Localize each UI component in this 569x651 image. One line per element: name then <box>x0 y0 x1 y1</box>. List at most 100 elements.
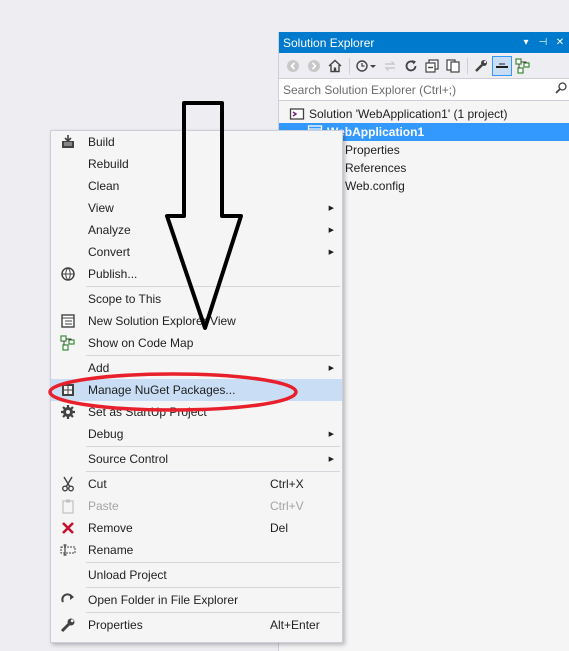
search-placeholder: Search Solution Explorer (Ctrl+;) <box>283 82 457 97</box>
menu-icon-slot <box>53 564 83 586</box>
tree-item[interactable]: Solution 'WebApplication1' (1 project) <box>279 105 569 123</box>
menu-separator <box>86 562 340 563</box>
menu-item-view[interactable]: View ▶ <box>51 197 342 219</box>
menu-item-scope-to-this[interactable]: Scope to This <box>51 288 342 310</box>
menu-item-label: Rename <box>88 543 134 557</box>
menu-item-label: Add <box>88 361 110 375</box>
search-icon[interactable] <box>552 82 569 97</box>
menu-icon-slot <box>53 219 83 241</box>
menu-item-label: Analyze <box>88 223 131 237</box>
menu-item-label: Clean <box>88 179 120 193</box>
menu-item-show-on-code-map[interactable]: Show on Code Map <box>51 332 342 354</box>
toolbar-separator <box>349 57 350 74</box>
toolbar-separator <box>467 57 468 74</box>
submenu-arrow-icon: ▶ <box>328 227 334 234</box>
menu-icon-slot <box>53 423 83 445</box>
code-map-icon <box>53 332 83 354</box>
menu-item-label: Publish... <box>88 267 138 281</box>
forward-icon[interactable] <box>304 56 324 76</box>
menu-item-publish[interactable]: Publish... <box>51 263 342 285</box>
menu-item-debug[interactable]: Debug ▶ <box>51 423 342 445</box>
menu-item-label: Scope to This <box>88 292 162 306</box>
menu-icon-slot <box>53 448 83 470</box>
sync-icon[interactable] <box>380 56 400 76</box>
menu-item-label: Manage NuGet Packages... <box>88 383 236 397</box>
menu-item-rebuild[interactable]: Rebuild <box>51 153 342 175</box>
preview-selected-items-icon[interactable] <box>492 55 512 76</box>
menu-item-label: View <box>88 201 114 215</box>
gear-icon <box>53 401 83 423</box>
menu-item-label: New Solution Explorer View <box>88 314 236 328</box>
submenu-arrow-icon: ▶ <box>328 365 334 372</box>
refresh-icon[interactable] <box>401 56 421 76</box>
menu-item-label: Cut <box>88 477 107 491</box>
menu-item-label: Paste <box>88 499 119 513</box>
menu-item-set-as-startup-project[interactable]: Set as StartUp Project <box>51 401 342 423</box>
solution-explorer-titlebar: Solution Explorer ▾ ⊣ ✕ <box>279 32 569 53</box>
solution-icon <box>289 106 305 122</box>
menu-item-shortcut: Ctrl+X <box>270 477 304 491</box>
menu-item-label: Unload Project <box>88 568 167 582</box>
menu-item-label: Source Control <box>88 452 169 466</box>
view-class-diagram-icon[interactable] <box>513 56 533 76</box>
menu-icon-slot <box>53 241 83 263</box>
menu-item-clean[interactable]: Clean <box>51 175 342 197</box>
new-view-icon <box>53 310 83 332</box>
menu-item-cut[interactable]: Cut Ctrl+X <box>51 473 342 495</box>
menu-item-label: Rebuild <box>88 157 129 171</box>
menu-item-label: Build <box>88 135 115 149</box>
menu-separator <box>86 286 340 287</box>
collapse-all-icon[interactable] <box>422 56 442 76</box>
solution-search-input[interactable]: Search Solution Explorer (Ctrl+;) <box>279 79 569 101</box>
submenu-arrow-icon: ▶ <box>328 249 334 256</box>
menu-item-rename[interactable]: Rename <box>51 539 342 561</box>
menu-item-paste[interactable]: Paste Ctrl+V <box>51 495 342 517</box>
wrench-icon <box>53 614 83 636</box>
menu-item-new-solution-explorer-view[interactable]: New Solution Explorer View <box>51 310 342 332</box>
tree-item-label: References <box>345 161 407 175</box>
submenu-arrow-icon: ▶ <box>328 431 334 438</box>
tree-item-label: Solution 'WebApplication1' (1 project) <box>309 107 508 121</box>
menu-item-shortcut: Alt+Enter <box>270 618 320 632</box>
menu-item-label: Properties <box>88 618 143 632</box>
menu-icon-slot <box>53 153 83 175</box>
show-all-files-icon[interactable] <box>443 56 463 76</box>
menu-item-label: Remove <box>88 521 133 535</box>
tree-item-label: Web.config <box>345 179 405 193</box>
properties-wrench-icon[interactable] <box>471 56 491 76</box>
pending-changes-filter-icon[interactable] <box>353 56 379 76</box>
menu-item-unload-project[interactable]: Unload Project <box>51 564 342 586</box>
menu-item-shortcut: Del <box>270 521 289 535</box>
project-context-menu: Build Rebuild Clean View ▶ Analyze ▶ Convert ▶ Pu… <box>50 130 343 643</box>
submenu-arrow-icon: ▶ <box>328 205 334 212</box>
back-icon[interactable] <box>283 56 303 76</box>
menu-separator <box>86 587 340 588</box>
home-icon[interactable] <box>325 56 345 76</box>
menu-item-manage-nuget-packages[interactable]: Manage NuGet Packages... <box>51 379 342 401</box>
solution-explorer-toolbar <box>279 53 569 79</box>
window-dropdown-icon[interactable]: ▾ <box>519 37 533 48</box>
menu-icon-slot <box>53 175 83 197</box>
menu-item-remove[interactable]: Remove Del <box>51 517 342 539</box>
tree-item-label: Properties <box>345 143 400 157</box>
menu-item-analyze[interactable]: Analyze ▶ <box>51 219 342 241</box>
scissors-icon <box>53 473 83 495</box>
menu-item-properties[interactable]: Properties Alt+Enter <box>51 614 342 636</box>
menu-item-open-folder-in-file-explorer[interactable]: Open Folder in File Explorer <box>51 589 342 611</box>
publish-icon <box>53 263 83 285</box>
menu-item-label: Show on Code Map <box>88 336 194 350</box>
solution-explorer-title: Solution Explorer <box>283 35 375 50</box>
menu-item-source-control[interactable]: Source Control ▶ <box>51 448 342 470</box>
close-icon[interactable]: ✕ <box>553 37 567 48</box>
build-icon <box>53 131 83 153</box>
remove-icon <box>53 517 83 539</box>
menu-item-convert[interactable]: Convert ▶ <box>51 241 342 263</box>
menu-item-label: Debug <box>88 427 124 441</box>
pin-icon[interactable]: ⊣ <box>536 37 550 48</box>
refresh-arrow-icon <box>53 589 83 611</box>
menu-icon-slot <box>53 357 83 379</box>
menu-item-label: Convert <box>88 245 131 259</box>
paste-icon <box>53 495 83 517</box>
menu-item-build[interactable]: Build <box>51 131 342 153</box>
menu-item-add[interactable]: Add ▶ <box>51 357 342 379</box>
